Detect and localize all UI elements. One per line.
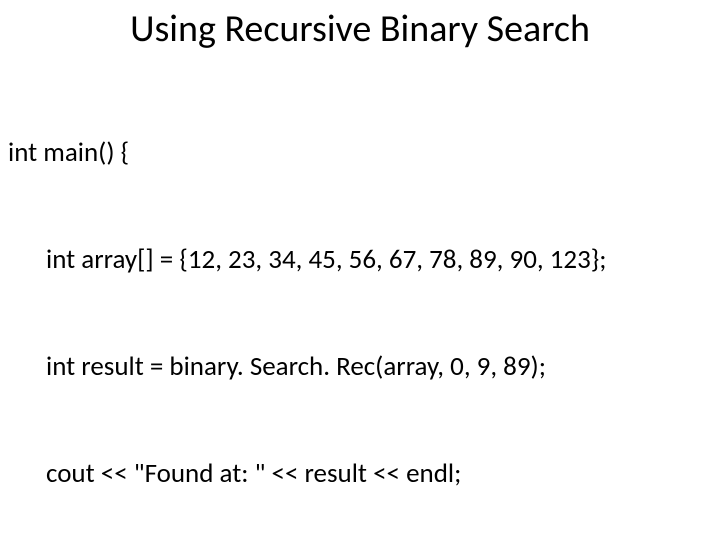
slide: Using Recursive Binary Search int main()… [0, 0, 720, 540]
code-block: int main() { int array[] = {12, 23, 34, … [0, 64, 720, 540]
slide-title: Using Recursive Binary Search [0, 0, 720, 64]
code-line: int result = binary. Search. Rec(array, … [8, 349, 712, 385]
code-line: int array[] = {12, 23, 34, 45, 56, 67, 7… [8, 242, 712, 278]
code-line: cout << "Found at: " << result << endl; [8, 456, 712, 492]
code-line: int main() { [8, 135, 712, 171]
